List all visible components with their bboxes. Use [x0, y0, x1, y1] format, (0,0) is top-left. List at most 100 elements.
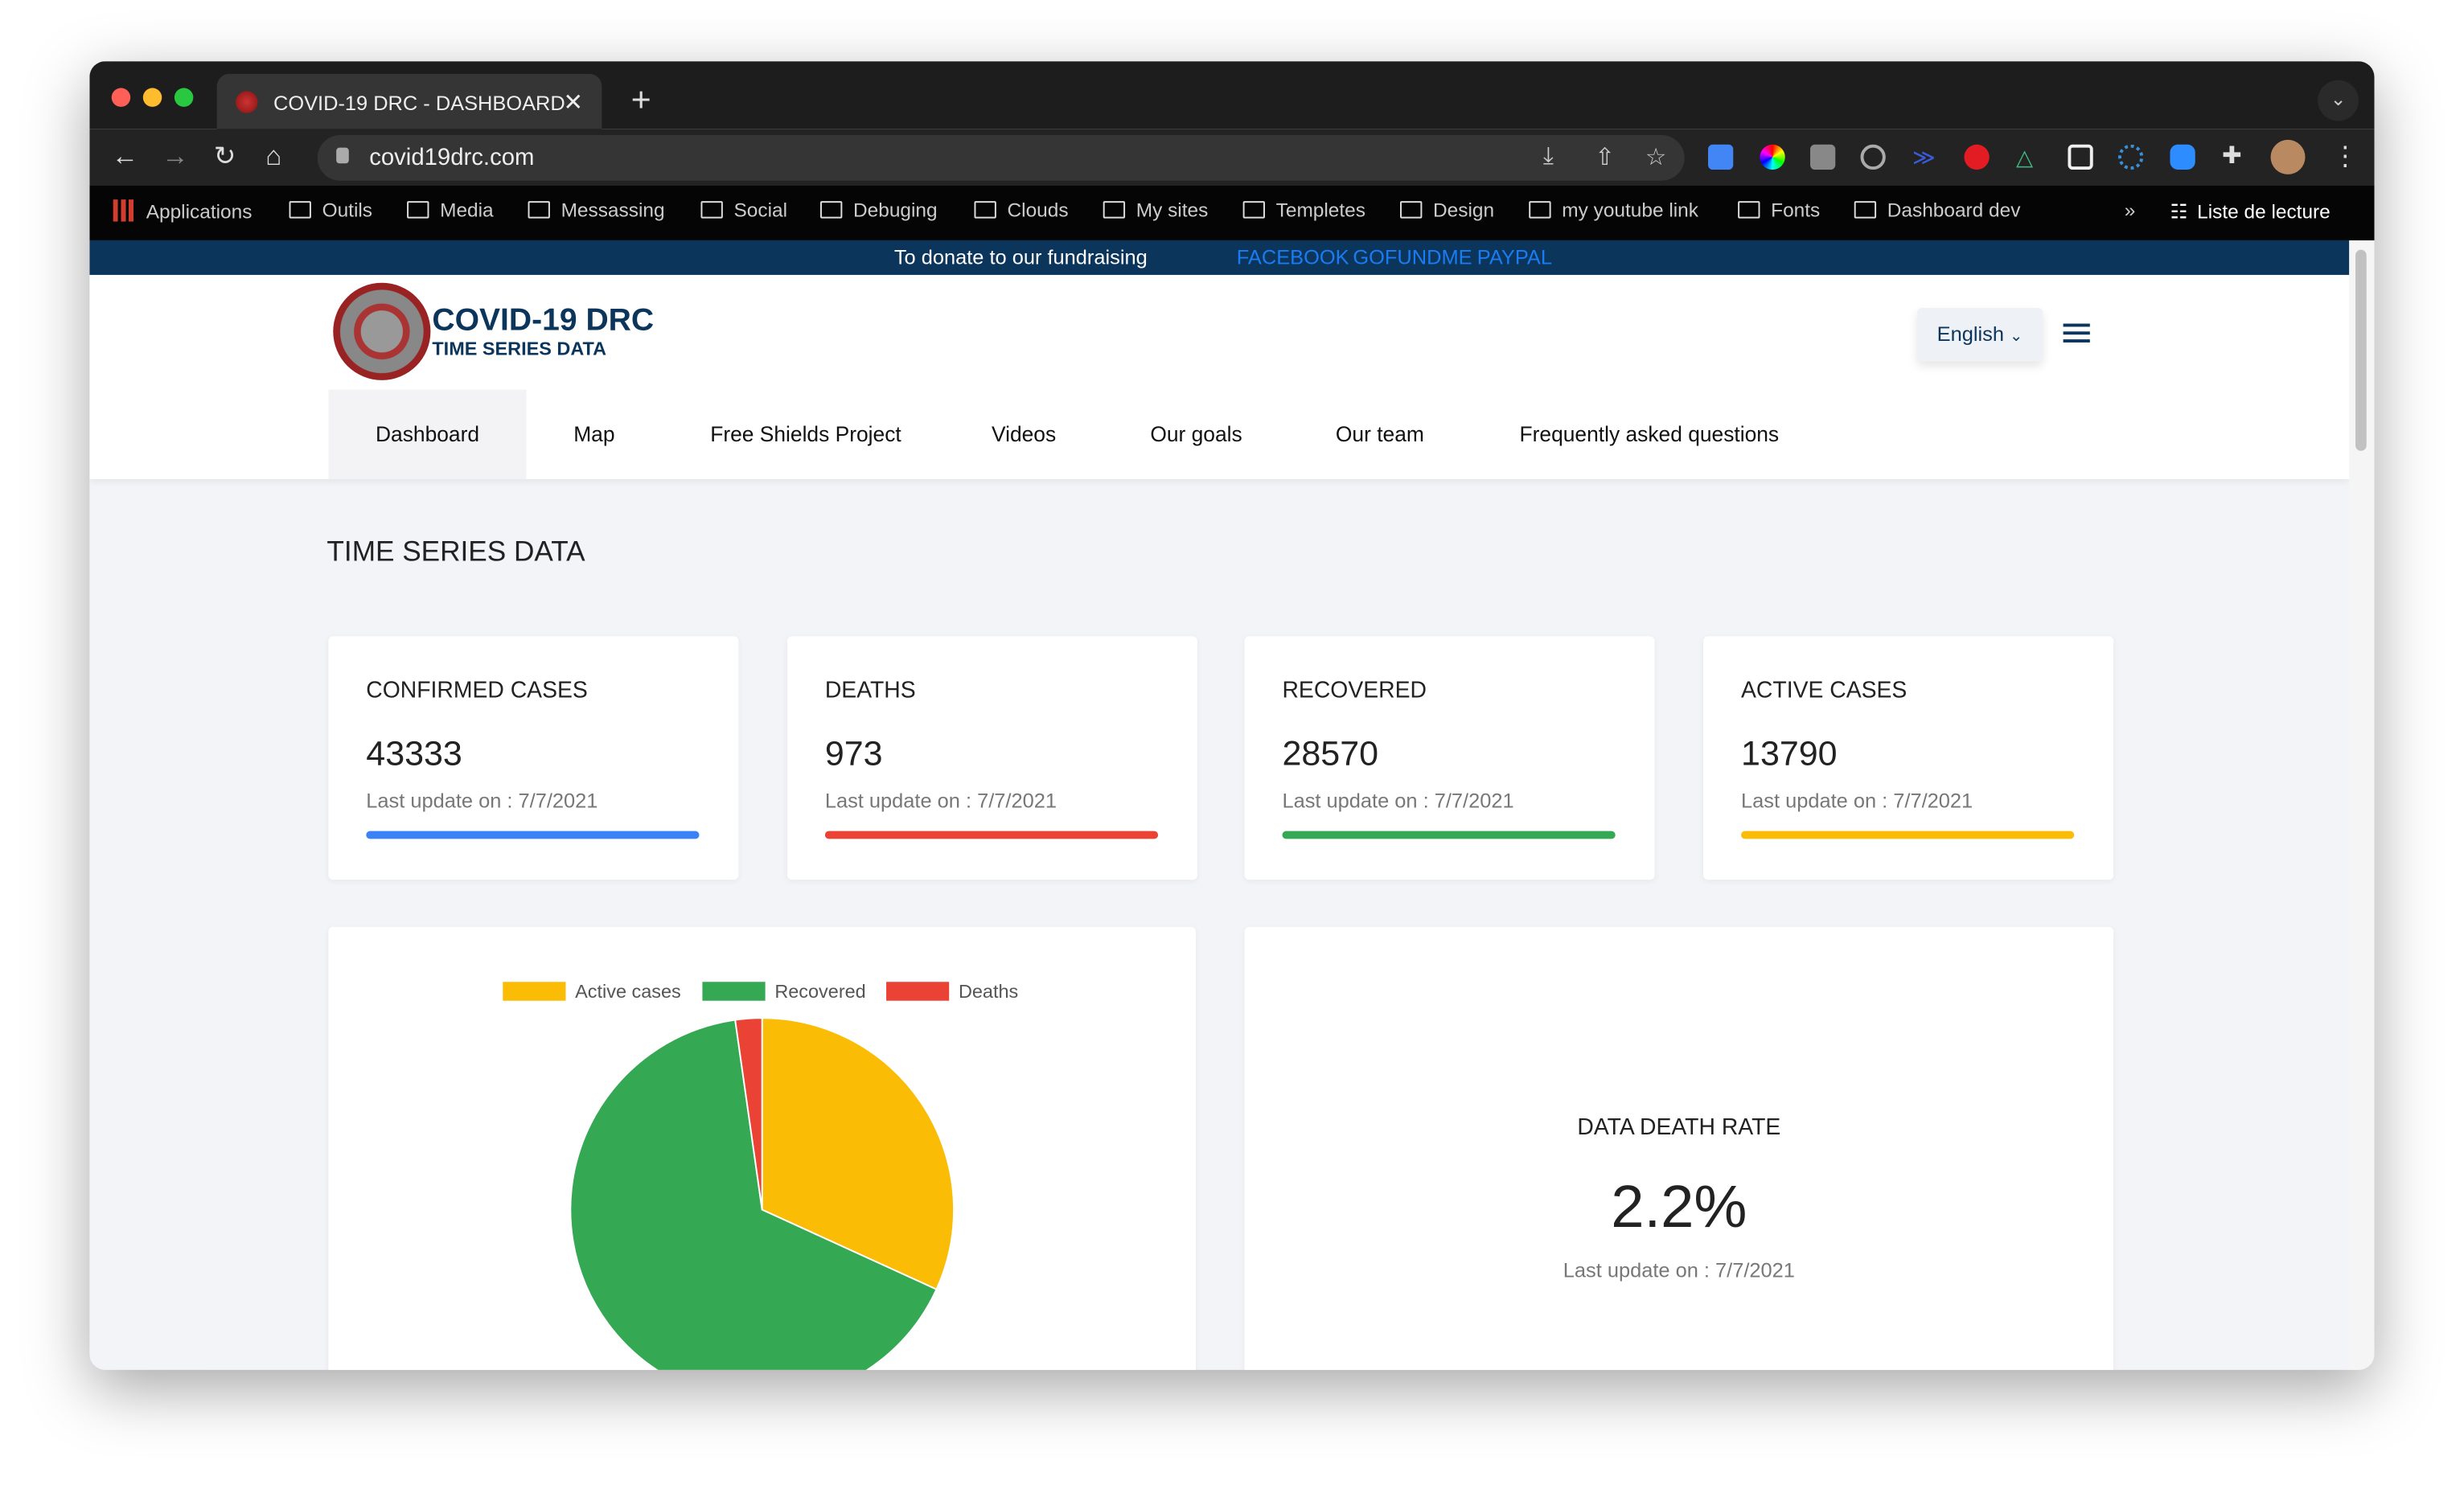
language-dropdown[interactable]: English ⌄ [1916, 307, 2043, 362]
folder-icon [1854, 201, 1877, 219]
forward-icon[interactable]: → [162, 142, 188, 173]
folder-icon [1242, 201, 1265, 219]
tab-strip: COVID-19 DRC - DASHBOARD ✕ + ⌄ [89, 61, 2375, 131]
nav-map[interactable]: Map [527, 390, 663, 479]
gofundme-link[interactable]: GOFUNDME [1353, 245, 1472, 269]
stat-title: ACTIVE CASES [1741, 679, 1908, 704]
stat-color-bar [1282, 831, 1616, 839]
stat-color-bar [824, 831, 1159, 839]
home-icon[interactable]: ⌂ [265, 142, 281, 173]
bookmark-folder[interactable]: Design [1400, 199, 1494, 222]
stat-card: RECOVERED 28570 Last update on : 7/7/202… [1244, 636, 1655, 880]
nav-videos[interactable]: Videos [944, 390, 1103, 479]
donate-banner: To donate to our fundraising FACEBOOK GO… [89, 240, 2350, 275]
install-icon[interactable]: ⤓ [1543, 143, 1554, 170]
pie-chart [569, 1017, 955, 1370]
stat-update: Last update on : 7/7/2021 [366, 788, 598, 813]
site-header: COVID-19 DRC TIME SERIES DATA English ⌄ … [89, 274, 2350, 479]
stat-update: Last update on : 7/7/2021 [824, 788, 1057, 813]
scrollbar[interactable] [2349, 240, 2375, 1370]
folder-icon [1529, 201, 1551, 219]
virus-logo-icon[interactable] [333, 282, 431, 380]
hamburger-menu-icon[interactable] [2063, 323, 2090, 343]
bookmark-folder[interactable]: Messassing [528, 199, 665, 222]
folder-icon [289, 201, 311, 219]
back-icon[interactable]: ← [112, 142, 138, 173]
nav-free-shields-project[interactable]: Free Shields Project [663, 390, 949, 479]
extension-icon[interactable] [1860, 144, 1886, 170]
nav-faq[interactable]: Frequently asked questions [1472, 390, 1826, 479]
nav-our-team[interactable]: Our team [1288, 390, 1471, 479]
folder-icon [974, 201, 996, 219]
extension-icon[interactable] [2117, 144, 2144, 170]
chevron-down-icon: ⌄ [2010, 328, 2023, 346]
stat-color-bar [1741, 831, 2075, 839]
death-rate-card: DATA DEATH RATE 2.2% Last update on : 7/… [1244, 926, 2114, 1370]
bookmark-folder[interactable]: my youtube link [1529, 199, 1698, 222]
bookmark-folder[interactable]: My sites [1103, 199, 1208, 222]
bookmark-folder[interactable]: Fonts [1738, 199, 1820, 222]
folder-icon [700, 201, 723, 219]
bookmark-folder[interactable]: Templetes [1242, 199, 1365, 222]
translate-extension-icon[interactable] [1707, 144, 1734, 170]
logo-title[interactable]: COVID-19 DRC [432, 303, 654, 339]
extensions-puzzle-icon[interactable]: ✚ [2222, 142, 2242, 170]
reading-list-icon: ☷ [2170, 201, 2188, 224]
death-rate-title: DATA DEATH RATE [1577, 1115, 1781, 1141]
virus-favicon-icon [236, 91, 258, 113]
folder-icon [1738, 201, 1760, 219]
address-bar[interactable]: covid19drc.com ⤓ ⇧ ☆ [317, 135, 1685, 181]
folder-icon [528, 201, 550, 219]
stat-value: 43333 [366, 733, 462, 773]
new-tab-button[interactable]: + [618, 80, 665, 125]
minimize-window-button[interactable] [142, 88, 162, 107]
nav-our-goals[interactable]: Our goals [1103, 390, 1290, 479]
zoom-extension-icon[interactable] [2170, 144, 2195, 170]
extension-icon[interactable] [2068, 144, 2093, 170]
stat-title: RECOVERED [1282, 679, 1427, 704]
stat-title: DEATHS [824, 679, 916, 704]
paypal-link[interactable]: PAYPAL [1477, 245, 1552, 269]
close-window-button[interactable] [111, 88, 131, 107]
reading-list-button[interactable]: ☷ Liste de lecture [2170, 199, 2330, 223]
vue-extension-icon[interactable]: △ [2016, 145, 2041, 170]
page-title: TIME SERIES DATA [326, 535, 585, 568]
close-tab-icon[interactable]: ✕ [563, 88, 583, 116]
folder-icon [819, 201, 843, 219]
bookmark-folder[interactable]: Dashboard dev [1854, 199, 2020, 222]
reload-icon[interactable]: ↻ [214, 142, 236, 173]
more-menu-icon[interactable]: ⋮ [2332, 142, 2359, 173]
tab-search-chevron-icon[interactable]: ⌄ [2318, 80, 2359, 121]
share-icon[interactable]: ⇧ [1595, 143, 1615, 171]
maximize-window-button[interactable] [174, 88, 194, 107]
stat-value: 13790 [1741, 733, 1838, 773]
death-rate-value: 2.2% [1611, 1175, 1747, 1241]
facebook-link[interactable]: FACEBOOK [1237, 245, 1349, 269]
color-picker-extension-icon[interactable] [1760, 144, 1785, 170]
bookmark-folder[interactable]: Social [700, 199, 787, 222]
nav-dashboard[interactable]: Dashboard [328, 389, 527, 479]
browser-tab[interactable]: COVID-19 DRC - DASHBOARD ✕ [216, 73, 602, 131]
extension-icon[interactable] [1810, 144, 1836, 170]
lock-icon [336, 147, 349, 164]
scrollbar-thumb[interactable] [2355, 249, 2367, 451]
browser-window: COVID-19 DRC - DASHBOARD ✕ + ⌄ ← → ↻ ⌂ c… [89, 61, 2375, 1370]
bookmark-folder[interactable]: Media [407, 199, 494, 222]
bookmark-applications[interactable]: Applications [113, 199, 252, 223]
extension-icon[interactable]: ≫ [1912, 145, 1937, 170]
bookmarks-overflow-button[interactable]: » [2125, 199, 2136, 221]
mega-extension-icon[interactable] [1964, 144, 1990, 170]
bookmark-star-icon[interactable]: ☆ [1645, 143, 1666, 171]
logo-subtitle: TIME SERIES DATA [432, 338, 607, 360]
bookmark-folder[interactable]: Debuging [819, 199, 938, 222]
bookmark-folder[interactable]: Clouds [974, 199, 1069, 222]
profile-avatar[interactable] [2270, 139, 2306, 174]
folder-icon [407, 201, 429, 219]
apps-grid-icon [113, 199, 136, 222]
stat-card: ACTIVE CASES 13790 Last update on : 7/7/… [1703, 636, 2114, 880]
bookmark-folder[interactable]: Outils [289, 199, 372, 222]
stat-card: CONFIRMED CASES 43333 Last update on : 7… [328, 636, 739, 880]
stat-value: 28570 [1282, 733, 1379, 773]
stat-card: DEATHS 973 Last update on : 7/7/2021 [786, 636, 1197, 880]
stat-update: Last update on : 7/7/2021 [1741, 788, 1973, 813]
